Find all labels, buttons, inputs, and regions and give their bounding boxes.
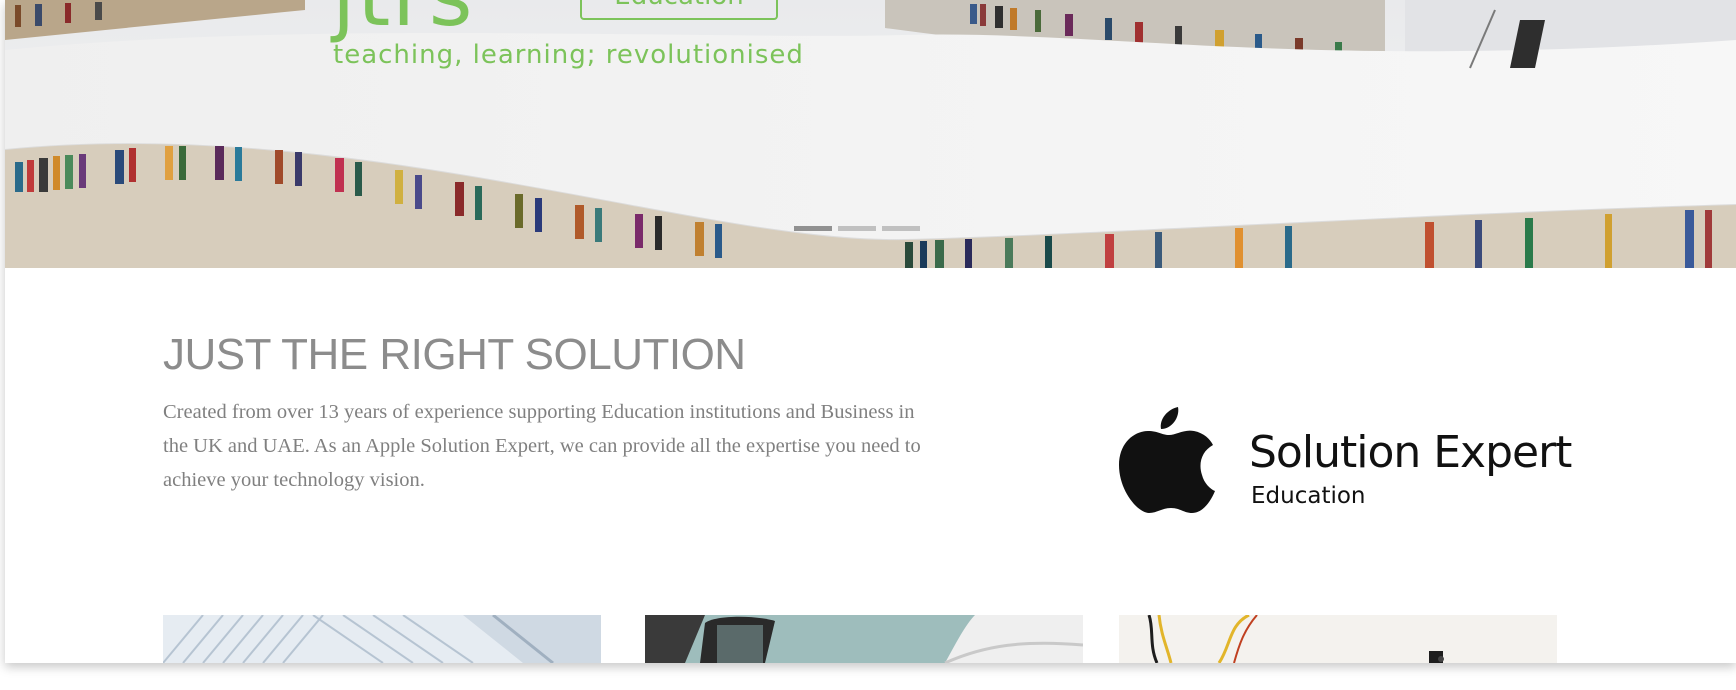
cables-photo [1119,615,1557,663]
brand-logo[interactable]: jtrs [332,0,475,38]
apple-logo-icon [1119,407,1215,513]
brand-tagline: teaching, learning; revolutionised [333,40,804,70]
solution-expert-title: Solution Expert [1249,427,1572,478]
feature-card-devices[interactable] [645,615,1083,663]
solution-expert-subtitle: Education [1251,483,1366,509]
carousel-dot[interactable] [882,226,920,231]
hero-banner: jtrs Education teaching, learning; revol… [5,0,1736,268]
feature-card-cables[interactable] [1119,615,1557,663]
feature-card-architecture[interactable] [163,615,601,663]
carousel-dot[interactable] [794,226,832,231]
carousel-indicators [794,226,920,231]
page-frame: jtrs Education teaching, learning; revol… [5,0,1736,663]
intro-paragraph: Created from over 13 years of experience… [163,401,921,491]
brand-education-badge: Education [580,0,778,20]
devices-photo [645,615,1083,663]
carousel-dot[interactable] [838,226,876,231]
solution-expert-badge: Solution Expert Education [1114,403,1572,513]
section-heading: JUST THE RIGHT SOLUTION [163,330,746,379]
architecture-photo [163,615,601,663]
